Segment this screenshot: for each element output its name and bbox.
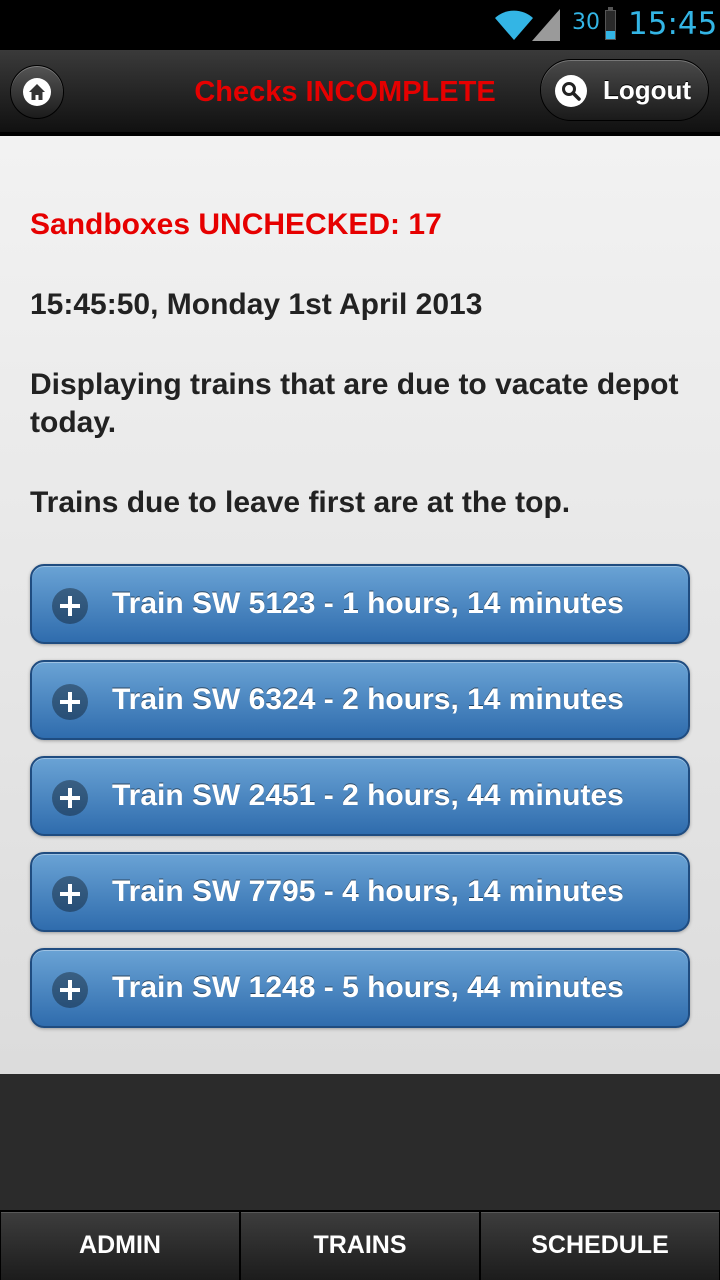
empty-area [0,1074,720,1210]
nav-admin[interactable]: ADMIN [0,1211,240,1280]
train-list: Train SW 5123 - 1 hours, 14 minutes Trai… [30,564,690,1044]
nav-trains[interactable]: TRAINS [240,1211,480,1280]
home-button[interactable] [10,65,64,119]
logout-label: Logout [603,75,692,105]
train-label: Train SW 7795 - 4 hours, 14 minutes [112,875,624,908]
expand-plus-icon [52,780,88,816]
bottom-nav: ADMIN TRAINS SCHEDULE [0,1210,720,1280]
train-label: Train SW 2451 - 2 hours, 44 minutes [112,779,624,812]
logout-button[interactable]: Logout [540,59,709,121]
battery-level: 30 [572,10,600,35]
search-icon [555,75,587,107]
train-label: Train SW 1248 - 5 hours, 44 minutes [112,971,624,1004]
train-item[interactable]: Train SW 1248 - 5 hours, 44 minutes [30,948,690,1028]
expand-plus-icon [52,588,88,624]
current-datetime: 15:45:50, Monday 1st April 2013 [30,288,483,321]
expand-plus-icon [52,972,88,1008]
nav-schedule[interactable]: SCHEDULE [480,1211,720,1280]
main-content: Sandboxes UNCHECKED: 17 15:45:50, Monday… [0,136,720,1074]
train-item[interactable]: Train SW 5123 - 1 hours, 14 minutes [30,564,690,644]
description-text: Displaying trains that are due to vacate… [30,368,679,439]
train-item[interactable]: Train SW 2451 - 2 hours, 44 minutes [30,756,690,836]
page-title: Checks INCOMPLETE [194,76,496,108]
home-icon [23,78,51,106]
battery-icon [605,10,616,40]
train-label: Train SW 6324 - 2 hours, 14 minutes [112,683,624,716]
wifi-icon [495,10,533,40]
expand-plus-icon [52,876,88,912]
status-time: 15:45 [628,6,718,42]
train-label: Train SW 5123 - 1 hours, 14 minutes [112,587,624,620]
train-item[interactable]: Train SW 6324 - 2 hours, 14 minutes [30,660,690,740]
expand-plus-icon [52,684,88,720]
unchecked-count: Sandboxes UNCHECKED: 17 [30,208,442,241]
order-note: Trains due to leave first are at the top… [30,486,571,519]
train-item[interactable]: Train SW 7795 - 4 hours, 14 minutes [30,852,690,932]
cell-signal-icon [532,9,560,41]
status-bar: 30 15:45 [0,0,720,50]
app-header: Checks INCOMPLETE Logout [0,50,720,134]
